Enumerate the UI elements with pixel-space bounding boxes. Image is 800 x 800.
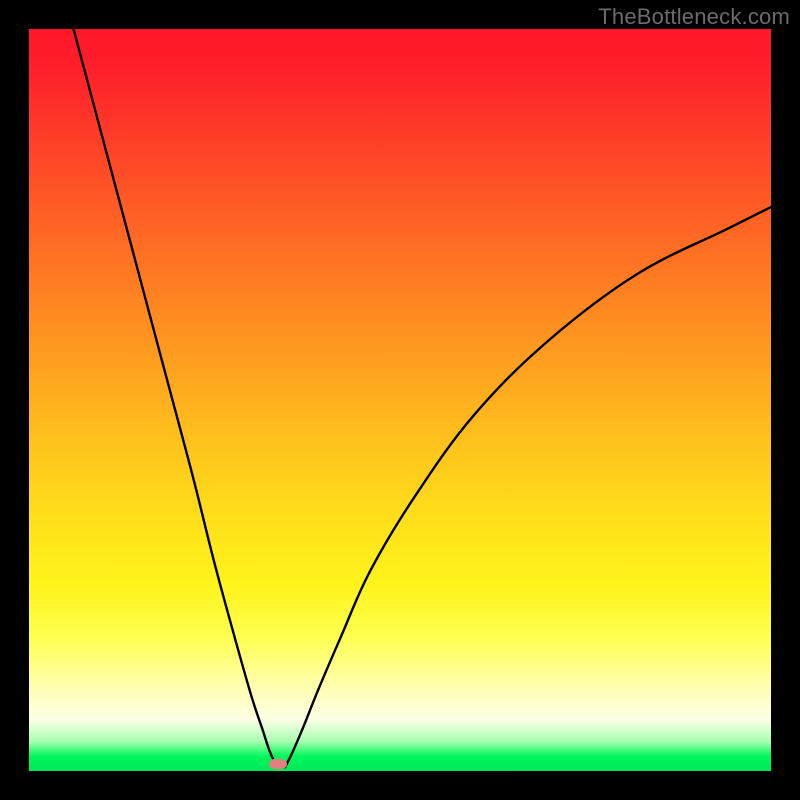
- bottleneck-curve: [29, 29, 771, 771]
- gradient-plot-area: [29, 29, 771, 771]
- chart-container: TheBottleneck.com: [0, 0, 800, 800]
- watermark-text: TheBottleneck.com: [598, 4, 790, 30]
- optimum-marker: [269, 759, 287, 769]
